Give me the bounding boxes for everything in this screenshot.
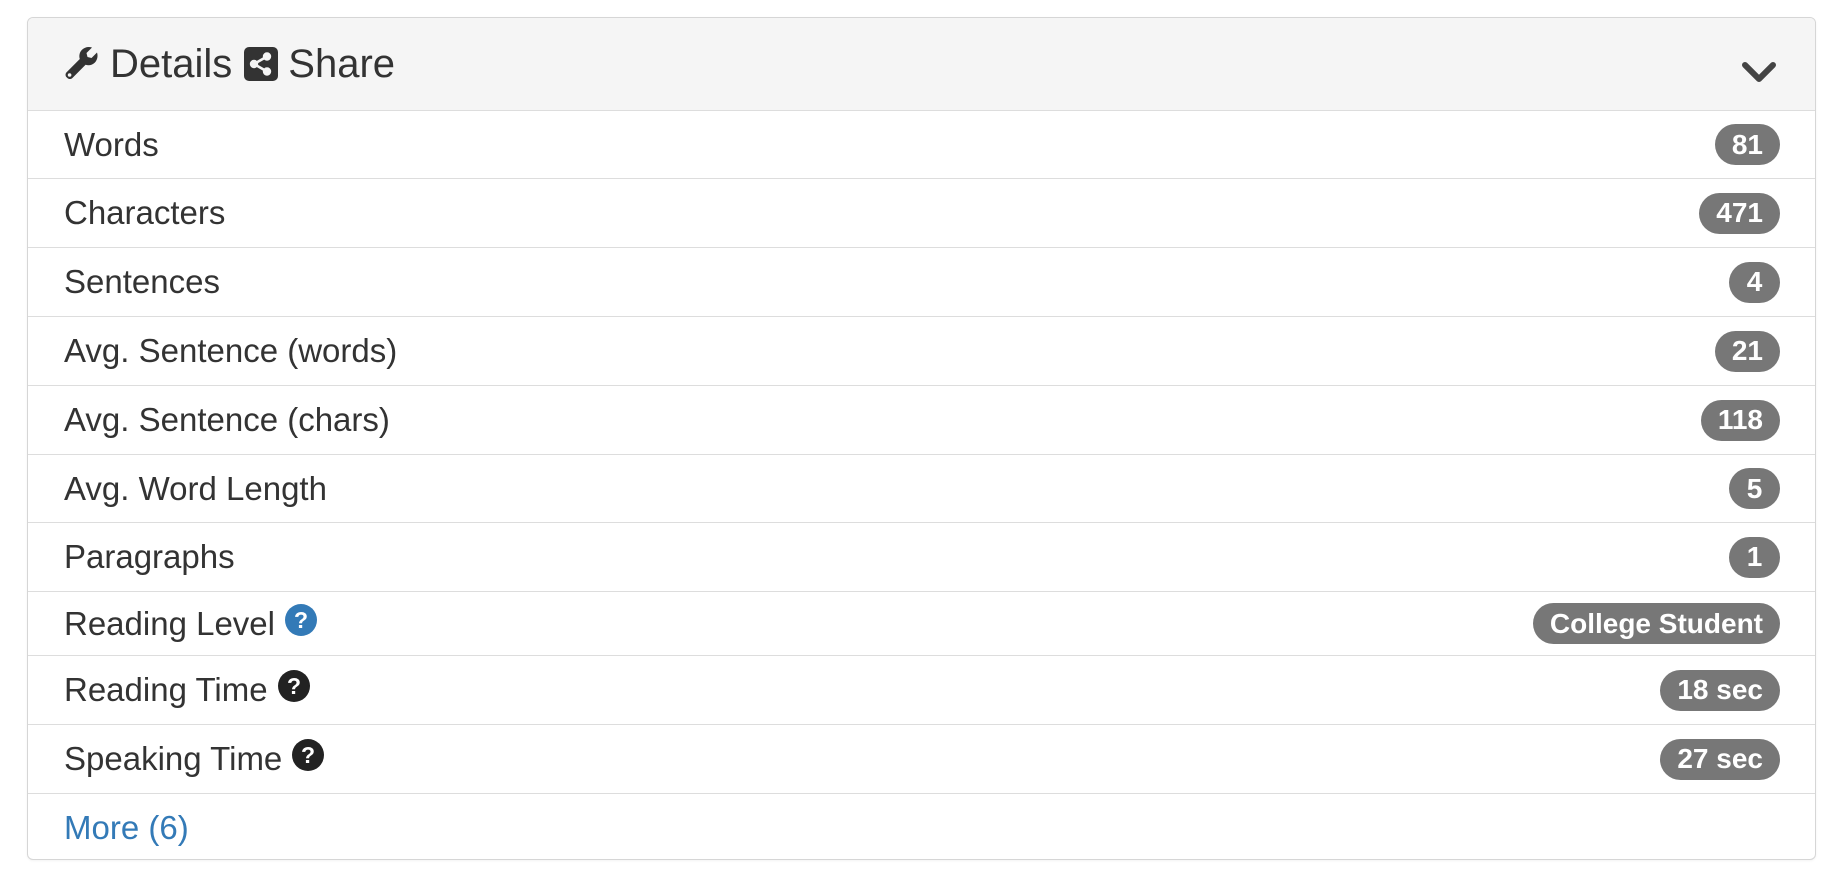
- stat-label: Speaking Time: [64, 740, 283, 777]
- stat-label: Avg. Sentence (words): [64, 332, 398, 369]
- stat-row-sentences: Sentences 4: [28, 247, 1815, 316]
- stat-label: Avg. Word Length: [64, 469, 327, 507]
- stat-label: Sentences: [64, 263, 220, 300]
- question-circle-icon[interactable]: ?: [277, 670, 310, 702]
- stat-badge: 5: [1729, 468, 1780, 509]
- stat-badge: 81: [1714, 124, 1780, 165]
- stat-badge: 18 sec: [1660, 669, 1780, 711]
- details-panel: Details Share Words 81 Characters 471 Se…: [27, 17, 1816, 860]
- stat-label: Characters: [64, 194, 226, 231]
- stat-row-reading-level: Reading Level ? College Student: [28, 591, 1815, 655]
- stat-row-avg-word-length: Avg. Word Length 5: [28, 454, 1815, 522]
- question-circle-icon[interactable]: ?: [285, 603, 317, 636]
- stat-row-speaking-time: Speaking Time ? 27 sec: [28, 724, 1815, 793]
- share-label: Share: [288, 42, 396, 86]
- panel-heading: Details Share: [28, 18, 1815, 110]
- more-link[interactable]: More (6): [64, 809, 189, 847]
- details-share-toggle[interactable]: Details Share: [64, 44, 395, 84]
- stat-badge: 21: [1714, 330, 1780, 372]
- stat-row-characters: Characters 471: [28, 178, 1815, 247]
- share-square-icon: [244, 47, 279, 81]
- stat-badge: 118: [1700, 399, 1780, 441]
- stat-label: Reading Level: [64, 604, 275, 642]
- stat-badge: 4: [1729, 261, 1780, 303]
- stat-label: Words: [64, 125, 159, 163]
- stat-row-avg-sentence-chars: Avg. Sentence (chars) 118: [28, 385, 1815, 454]
- stat-badge: 27 sec: [1660, 738, 1780, 780]
- stat-row-words: Words 81: [28, 110, 1815, 178]
- stat-label-wrap: Reading Level ?: [64, 603, 317, 643]
- wrench-icon: [64, 46, 100, 82]
- stat-badge: 1: [1729, 536, 1780, 578]
- stat-label: Reading Time: [64, 671, 268, 708]
- stat-row-reading-time: Reading Time ? 18 sec: [28, 655, 1815, 724]
- stat-row-avg-sentence-words: Avg. Sentence (words) 21: [28, 316, 1815, 385]
- question-circle-icon[interactable]: ?: [292, 739, 325, 771]
- svg-text:?: ?: [294, 607, 308, 633]
- details-label: Details: [110, 42, 233, 86]
- stat-label-wrap: Speaking Time ?: [64, 739, 325, 778]
- svg-text:?: ?: [287, 673, 301, 699]
- more-row: More (6): [28, 793, 1815, 859]
- svg-text:?: ?: [301, 742, 315, 768]
- stat-label: Paragraphs: [64, 538, 235, 575]
- stat-badge: 471: [1699, 192, 1780, 234]
- stat-label-wrap: Reading Time ?: [64, 670, 310, 709]
- chevron-down-icon[interactable]: [1741, 60, 1777, 86]
- stat-row-paragraphs: Paragraphs 1: [28, 522, 1815, 591]
- stat-badge: College Student: [1532, 603, 1780, 644]
- stat-label: Avg. Sentence (chars): [64, 401, 390, 438]
